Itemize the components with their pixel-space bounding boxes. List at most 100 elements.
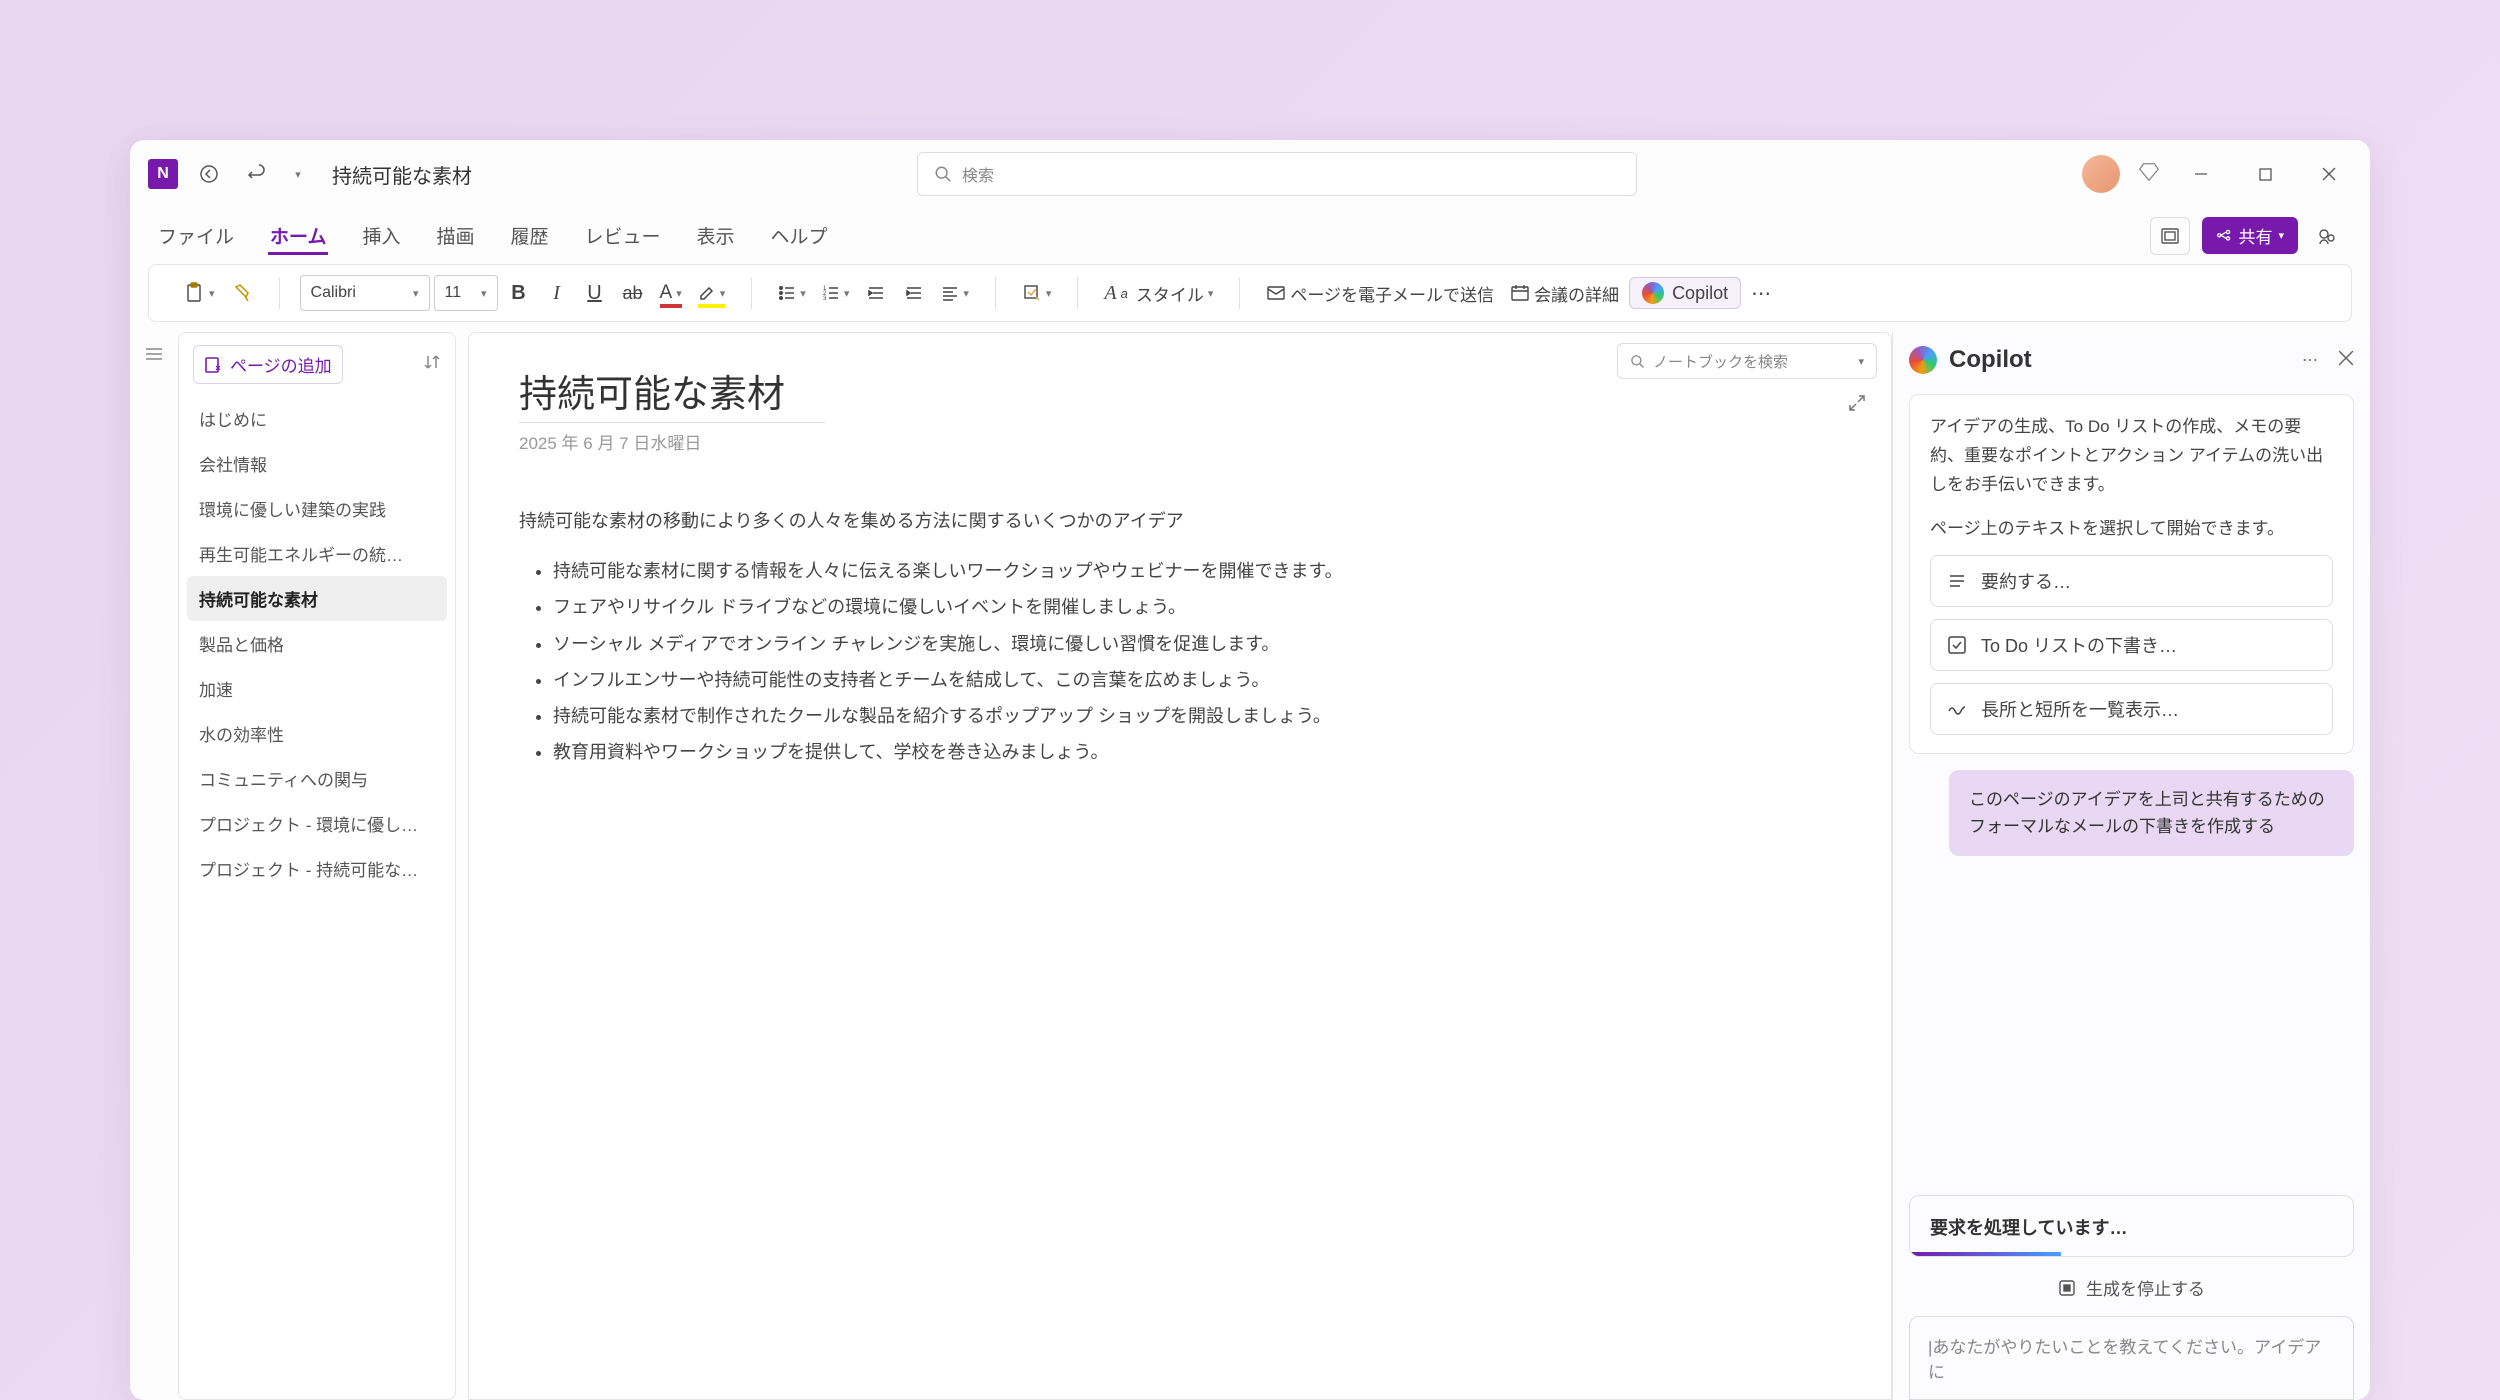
- page-list: はじめに会社情報環境に優しい建築の実践再生可能エネルギーの統…持続可能な素材製品…: [179, 396, 455, 1399]
- nav-item[interactable]: プロジェクト - 環境に優し…: [179, 801, 455, 846]
- maximize-button[interactable]: [2242, 154, 2288, 194]
- meeting-icon: [1510, 283, 1530, 303]
- font-family-select[interactable]: Calibri▾: [300, 275, 430, 311]
- qat-customize-dropdown[interactable]: ▾: [288, 157, 308, 191]
- meeting-details-button[interactable]: 会議の詳細: [1504, 274, 1625, 312]
- page-title[interactable]: 持続可能な素材: [519, 363, 825, 423]
- ribbon-overflow-button[interactable]: ⋯: [1745, 274, 1779, 312]
- page-nav-pane: ページの追加 はじめに会社情報環境に優しい建築の実践再生可能エネルギーの統…持続…: [178, 332, 456, 1400]
- share-icon: [2216, 228, 2232, 244]
- tab-draw[interactable]: 描画: [434, 216, 476, 255]
- body: ページの追加 はじめに会社情報環境に優しい建築の実践再生可能エネルギーの統…持続…: [130, 332, 2370, 1400]
- reading-view-button[interactable]: [2150, 217, 2190, 255]
- copilot-suggestion-todo[interactable]: To Do リストの下書き…: [1930, 619, 2333, 671]
- titlebar-right: [2082, 154, 2352, 194]
- page-body[interactable]: 持続可能な素材の移動により多くの人々を集める方法に関するいくつかのアイデア 持続…: [519, 504, 1379, 769]
- copilot-icon: [1909, 346, 1937, 374]
- ribbon-toolbar: ▾ Calibri▾ 11▾ B I U ab A▾ ▾ ▾ 123▾ ▾ ▾ …: [148, 264, 2352, 322]
- tab-history[interactable]: 履歴: [508, 216, 550, 255]
- list-icon: [1947, 571, 1967, 591]
- italic-button[interactable]: I: [540, 274, 574, 312]
- copilot-input[interactable]: |あなたがやりたいことを教えてください。アイデアに: [1909, 1316, 2354, 1400]
- nav-item[interactable]: 持続可能な素材: [187, 576, 447, 621]
- premium-icon[interactable]: [2138, 161, 2160, 188]
- back-button[interactable]: [192, 157, 226, 191]
- page-bullet: ソーシャル メディアでオンライン チャレンジを実施し、環境に優しい習慣を促進しま…: [553, 627, 1379, 661]
- nav-item[interactable]: プロジェクト - 持続可能な…: [179, 846, 455, 891]
- app-window: N ▾ 持続可能な素材 検索 ファイル ホーム 挿入 描画 履歴 レビュー 表示…: [130, 140, 2370, 1400]
- copilot-chat-button[interactable]: [2310, 219, 2344, 253]
- ribbon-tabs: ファイル ホーム 挿入 描画 履歴 レビュー 表示 ヘルプ 共有 ▾: [130, 208, 2370, 264]
- tab-home[interactable]: ホーム: [268, 216, 328, 255]
- minimize-button[interactable]: [2178, 154, 2224, 194]
- page-bullet: 持続可能な素材に関する情報を人々に伝える楽しいワークショップやウェビナーを開催で…: [553, 554, 1379, 588]
- hamburger-icon[interactable]: [144, 344, 164, 1400]
- copilot-intro-text: アイデアの生成、To Do リストの作成、メモの要約、重要なポイントとアクション…: [1930, 413, 2333, 500]
- font-color-button[interactable]: A▾: [654, 274, 688, 312]
- page-date: 2025 年 6 月 7 日水曜日: [519, 429, 1841, 454]
- svg-text:3: 3: [823, 296, 827, 302]
- wave-icon: [1947, 699, 1967, 719]
- font-size-select[interactable]: 11▾: [434, 275, 498, 311]
- bullet-list-button[interactable]: ▾: [772, 274, 812, 312]
- user-avatar[interactable]: [2082, 155, 2120, 193]
- nav-item[interactable]: 環境に優しい建築の実践: [179, 486, 455, 531]
- copilot-suggestion-summarize[interactable]: 要約する…: [1930, 555, 2333, 607]
- copilot-ribbon-button[interactable]: Copilot: [1629, 277, 1741, 309]
- nav-item[interactable]: 再生可能エネルギーの統…: [179, 531, 455, 576]
- nav-item[interactable]: はじめに: [179, 396, 455, 441]
- undo-button[interactable]: [240, 157, 274, 191]
- nav-item[interactable]: コミュニティへの関与: [179, 756, 455, 801]
- tab-file[interactable]: ファイル: [156, 216, 236, 255]
- expand-icon[interactable]: [1847, 393, 1867, 418]
- notebook-search-input[interactable]: ノートブックを検索 ▾: [1617, 343, 1877, 379]
- styles-button[interactable]: Aaスタイル▾: [1098, 274, 1219, 312]
- onenote-app-icon: N: [148, 159, 178, 189]
- copilot-hint-text: ページ上のテキストを選択して開始できます。: [1930, 514, 2333, 539]
- page-canvas[interactable]: ノートブックを検索 ▾ 持続可能な素材 2025 年 6 月 7 日水曜日 持続…: [468, 332, 1892, 1400]
- copilot-title: Copilot: [1949, 346, 2032, 374]
- nav-item[interactable]: 製品と価格: [179, 621, 455, 666]
- copilot-more-button[interactable]: ⋯: [2302, 350, 2320, 371]
- sort-pages-button[interactable]: [423, 353, 441, 376]
- page-bullet: インフルエンサーや持続可能性の支持者とチームを結成して、この言葉を広めましょう。: [553, 663, 1379, 697]
- page-intro: 持続可能な素材の移動により多くの人々を集める方法に関するいくつかのアイデア: [519, 504, 1379, 538]
- underline-button[interactable]: U: [578, 274, 612, 312]
- copilot-pane: Copilot ⋯ アイデアの生成、To Do リストの作成、メモの要約、重要な…: [1892, 332, 2370, 1400]
- share-button[interactable]: 共有 ▾: [2202, 217, 2298, 254]
- highlight-button[interactable]: ▾: [692, 274, 732, 312]
- format-painter-button[interactable]: [225, 274, 259, 312]
- indent-button[interactable]: [897, 274, 931, 312]
- copilot-suggestion-proscons[interactable]: 長所と短所を一覧表示…: [1930, 683, 2333, 735]
- close-button[interactable]: [2306, 154, 2352, 194]
- global-search-input[interactable]: 検索: [917, 152, 1637, 196]
- copilot-close-button[interactable]: [2338, 350, 2354, 371]
- tab-insert[interactable]: 挿入: [360, 216, 402, 255]
- align-button[interactable]: ▾: [935, 274, 975, 312]
- numbered-list-button[interactable]: 123▾: [816, 274, 856, 312]
- email-page-button[interactable]: ページを電子メールで送信: [1260, 274, 1500, 312]
- nav-item[interactable]: 水の効率性: [179, 711, 455, 756]
- document-title: 持続可能な素材: [332, 160, 472, 189]
- strikethrough-button[interactable]: ab: [616, 274, 650, 312]
- outdent-button[interactable]: [859, 274, 893, 312]
- stop-icon: [2058, 1279, 2076, 1297]
- nav-item[interactable]: 加速: [179, 666, 455, 711]
- tab-review[interactable]: レビュー: [583, 216, 663, 255]
- copilot-stop-button[interactable]: 生成を停止する: [1909, 1269, 2354, 1316]
- page-bullet: 教育用資料やワークショップを提供して、学校を巻き込みましょう。: [553, 735, 1379, 769]
- add-page-button[interactable]: ページの追加: [193, 345, 343, 384]
- nav-toggle-gutter: [130, 332, 178, 1400]
- bold-button[interactable]: B: [502, 274, 536, 312]
- nav-item[interactable]: 会社情報: [179, 441, 455, 486]
- search-placeholder: 検索: [962, 162, 994, 186]
- paste-button[interactable]: ▾: [177, 274, 221, 312]
- tag-button[interactable]: ▾: [1016, 274, 1058, 312]
- copilot-processing-card: 要求を処理しています…: [1909, 1195, 2354, 1257]
- add-page-label: ページの追加: [230, 352, 332, 377]
- search-icon: [1630, 354, 1645, 369]
- tab-view[interactable]: 表示: [695, 216, 737, 255]
- page-bullet: 持続可能な素材で制作されたクールな製品を紹介するポップアップ ショップを開設しま…: [553, 699, 1379, 733]
- tab-help[interactable]: ヘルプ: [769, 216, 830, 255]
- checkbox-icon: [1947, 635, 1967, 655]
